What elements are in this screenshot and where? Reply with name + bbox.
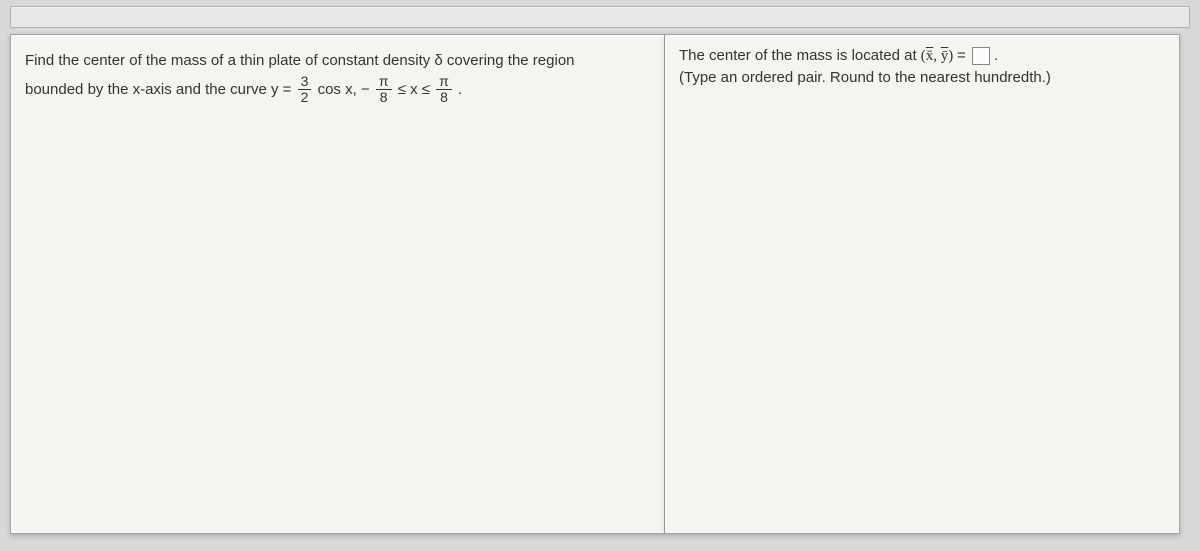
answer-hint: (Type an ordered pair. Round to the near… [679,69,1165,86]
content-row: Find the center of the mass of a thin pl… [10,34,1190,534]
frac-den: 2 [298,90,312,105]
answer-prefix: The center of the mass is located at [679,47,921,64]
fraction-three-halves: 3 2 [298,74,312,106]
app-frame: Find the center of the mass of a thin pl… [0,0,1200,551]
comma: , [933,48,941,64]
answer-input[interactable] [972,47,990,65]
answer-line: The center of the mass is located at (x̄… [679,47,1165,65]
fraction-pi-over-8-right: π 8 [436,74,452,106]
frac-num: 3 [298,74,312,90]
fraction-pi-over-8-left: π 8 [376,74,392,106]
answer-panel: The center of the mass is located at (x̄… [665,34,1180,534]
problem-line2d: . [458,81,462,98]
problem-line2a: bounded by the x-axis and the curve y = [25,81,291,98]
frac-den: 8 [376,90,392,105]
problem-line1: Find the center of the mass of a thin pl… [25,52,575,69]
answer-tuple: (x̄, ȳ) [921,48,957,64]
equals-sign: = [957,47,970,64]
frac-num: π [376,74,392,90]
period: . [994,47,998,64]
frac-den: 8 [436,90,452,105]
paren-close: ) [948,48,953,64]
problem-line2c: ≤ x ≤ [398,81,434,98]
frac-num: π [436,74,452,90]
question-panel: Find the center of the mass of a thin pl… [10,34,665,534]
problem-text: Find the center of the mass of a thin pl… [25,47,650,106]
window-toolbar [10,6,1190,28]
problem-line2b: cos x, − [318,81,370,98]
